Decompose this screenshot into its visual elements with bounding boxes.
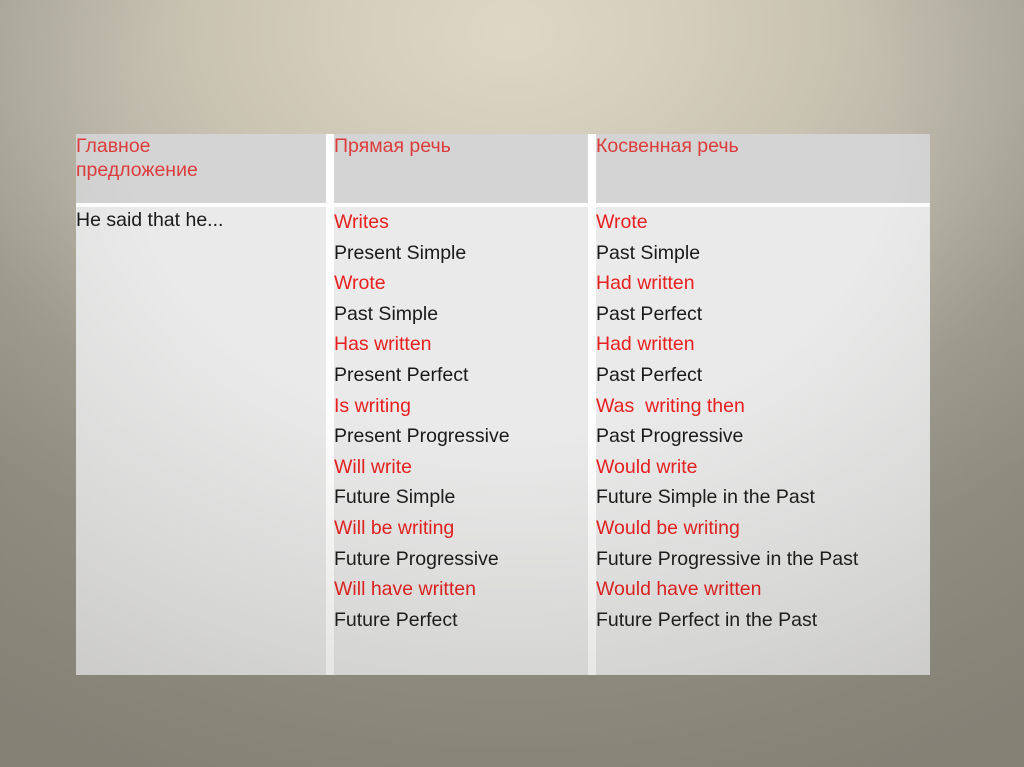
tense-pair-item: Wrote Past Simple xyxy=(596,207,930,268)
tense-name-text: Future Simple in the Past xyxy=(596,486,815,509)
tense-form-text: Had written xyxy=(596,272,695,295)
reported-speech-list: Wrote Past Simple Had written Past Perfect H… xyxy=(596,207,930,635)
column-gutter xyxy=(326,134,334,203)
tense-pair-item: Wrote Past Simple xyxy=(334,268,588,329)
tense-name-text: Future Simple xyxy=(334,486,456,509)
cell-direct-speech: Writes Present Simple Wrote Past Simple Has … xyxy=(334,207,588,675)
header-label-reported-speech: Косвенная речь xyxy=(596,135,739,157)
tense-pair-item: Would write Future Simple in the Past xyxy=(596,452,930,513)
header-cell-direct-speech: Прямая речь xyxy=(334,134,588,203)
reported-speech-table: Главное предложение Прямая речь Косвенна… xyxy=(76,134,930,675)
tense-form-text: Will have written xyxy=(334,578,476,601)
tense-form-text: Has written xyxy=(334,333,432,356)
header-label-main-clause: Главное предложение xyxy=(76,135,198,181)
tense-pair-item: Would be writing Future Progressive in th… xyxy=(596,513,930,574)
tense-form-text: Will be writing xyxy=(334,516,455,539)
column-gutter xyxy=(588,134,596,203)
slide-canvas: Главное предложение Прямая речь Косвенна… xyxy=(0,0,1024,767)
tense-name-text: Past Perfect xyxy=(596,363,703,386)
column-gutter xyxy=(326,207,334,675)
tense-form-text: Will write xyxy=(334,455,412,478)
tense-pair-item: Is writing Present Progressive xyxy=(334,391,588,452)
tense-form-text: Wrote xyxy=(596,211,648,233)
tense-pair-item: Will have written Future Perfect xyxy=(334,574,588,635)
cell-main-clause: He said that he... xyxy=(76,207,326,675)
tense-name-text: Past Simple xyxy=(596,241,701,264)
tense-name-text: Present Perfect xyxy=(334,363,469,386)
tense-form-text: Wrote xyxy=(334,272,386,295)
tense-name-text: Past Simple xyxy=(334,302,439,325)
tense-pair-item: Writes Present Simple xyxy=(334,207,588,268)
tense-name-text: Future Progressive in the Past xyxy=(596,547,859,570)
tense-form-text: Would have written xyxy=(596,578,762,601)
tense-pair-item: Will be writing Future Progressive xyxy=(334,513,588,574)
tense-form-text: Had written xyxy=(596,333,695,356)
tense-name-text: Present Simple xyxy=(334,241,467,264)
tense-form-text: Is writing xyxy=(334,394,411,417)
header-cell-main-clause: Главное предложение xyxy=(76,134,326,203)
tense-name-text: Past Progressive xyxy=(596,425,744,448)
grammar-table-container: Главное предложение Прямая речь Косвенна… xyxy=(76,134,930,675)
tense-pair-item: Would have written Future Perfect in the … xyxy=(596,574,930,635)
main-clause-text: He said that he... xyxy=(76,209,224,231)
tense-pair-item: Will write Future Simple xyxy=(334,452,588,513)
tense-name-text: Future Perfect in the Past xyxy=(596,608,818,631)
tense-name-text: Future Progressive xyxy=(334,547,499,570)
tense-pair-item: Was writing then Past Progressive xyxy=(596,391,930,452)
cell-reported-speech: Wrote Past Simple Had written Past Perfect H… xyxy=(596,207,930,675)
tense-name-text: Present Progressive xyxy=(334,425,510,448)
tense-pair-item: Had written Past Perfect xyxy=(596,329,930,390)
tense-form-text: Would be writing xyxy=(596,516,740,539)
column-gutter xyxy=(588,207,596,675)
tense-name-text: Past Perfect xyxy=(596,302,703,325)
table-header-row: Главное предложение Прямая речь Косвенна… xyxy=(76,134,930,203)
tense-form-text: Was writing then xyxy=(596,394,745,417)
tense-pair-item: Has written Present Perfect xyxy=(334,329,588,390)
tense-form-text: Writes xyxy=(334,211,389,233)
tense-form-text: Would write xyxy=(596,455,698,478)
header-label-direct-speech: Прямая речь xyxy=(334,135,451,157)
direct-speech-list: Writes Present Simple Wrote Past Simple Has … xyxy=(334,207,588,635)
tense-pair-item: Had written Past Perfect xyxy=(596,268,930,329)
tense-name-text: Future Perfect xyxy=(334,608,458,631)
header-cell-reported-speech: Косвенная речь xyxy=(596,134,930,203)
table-body-row: He said that he... Writes Present Simple W… xyxy=(76,207,930,675)
